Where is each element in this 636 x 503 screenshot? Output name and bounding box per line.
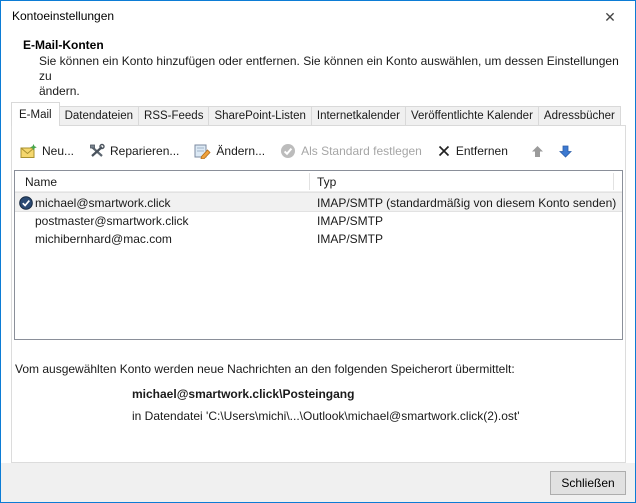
new-account-button[interactable]: Neu... [20, 144, 74, 159]
repair-account-button[interactable]: Reparieren... [89, 143, 179, 159]
default-account-icon [19, 196, 33, 210]
close-icon[interactable]: ✕ [599, 7, 621, 27]
account-row-michael[interactable]: michael@smartwork.click IMAP/SMTP (stand… [15, 192, 622, 212]
delivery-intro-text: Vom ausgewählten Konto werden neue Nachr… [15, 362, 615, 376]
change-account-label: Ändern... [216, 144, 265, 158]
account-type: IMAP/SMTP [317, 232, 383, 246]
tab-sharepoint-listen[interactable]: SharePoint-Listen [209, 106, 311, 126]
remove-account-button[interactable]: Entfernen [437, 144, 508, 158]
remove-x-icon [437, 144, 451, 158]
new-mail-icon [20, 144, 37, 159]
move-down-button[interactable] [559, 145, 572, 158]
tab-internetkalender[interactable]: Internetkalender [312, 106, 406, 126]
repair-account-label: Reparieren... [110, 144, 179, 158]
tab-rss-feeds[interactable]: RSS-Feeds [139, 106, 209, 126]
column-divider[interactable] [309, 173, 310, 190]
section-description-line1: Sie können ein Konto hinzufügen oder ent… [39, 54, 627, 84]
new-account-label: Neu... [42, 144, 74, 158]
move-down-icon [559, 145, 572, 158]
column-divider[interactable] [613, 173, 614, 190]
account-type: IMAP/SMTP (standardmäßig von diesem Kont… [317, 196, 616, 210]
accounts-list-header: Name Typ [15, 171, 622, 192]
repair-tools-icon [89, 143, 105, 159]
delivery-datafile: in Datendatei 'C:\Users\michi\...\Outloo… [132, 409, 520, 423]
account-row-postmaster[interactable]: postmaster@smartwork.click IMAP/SMTP [15, 212, 622, 230]
change-pencil-icon [194, 143, 211, 159]
email-tab-page: Neu... Reparieren... [11, 125, 626, 463]
close-button[interactable]: Schließen [550, 471, 626, 495]
tab-datendateien[interactable]: Datendateien [60, 106, 139, 126]
section-description-line2: ändern. [39, 84, 627, 99]
move-up-button[interactable] [531, 145, 544, 158]
account-row-michibernhard[interactable]: michibernhard@mac.com IMAP/SMTP [15, 230, 622, 248]
default-check-icon [280, 143, 296, 159]
move-up-icon [531, 145, 544, 158]
footer-bar: Schließen [1, 463, 635, 502]
section-description: Sie können ein Konto hinzufügen oder ent… [39, 54, 627, 99]
account-settings-dialog: Kontoeinstellungen ✕ E-Mail-Konten Sie k… [0, 0, 636, 503]
remove-account-label: Entfernen [456, 144, 508, 158]
set-default-label: Als Standard festlegen [301, 144, 422, 158]
tab-email[interactable]: E-Mail [11, 102, 60, 126]
column-header-type[interactable]: Typ [317, 175, 336, 189]
account-name: postmaster@smartwork.click [35, 214, 189, 228]
accounts-list: Name Typ michael@smartwork.click IMAP/SM… [14, 170, 623, 340]
title-bar: Kontoeinstellungen ✕ [1, 1, 635, 31]
account-name: michibernhard@mac.com [35, 232, 172, 246]
tab-veroeffentlichte-kalender[interactable]: Veröffentlichte Kalender [406, 106, 539, 126]
account-name: michael@smartwork.click [35, 196, 171, 210]
tab-adressbuecher[interactable]: Adressbücher [539, 106, 621, 126]
column-header-name[interactable]: Name [25, 175, 57, 189]
accounts-toolbar: Neu... Reparieren... [20, 138, 621, 164]
window-title: Kontoeinstellungen [12, 9, 114, 23]
change-account-button[interactable]: Ändern... [194, 143, 265, 159]
account-type: IMAP/SMTP [317, 214, 383, 228]
set-default-button[interactable]: Als Standard festlegen [280, 143, 422, 159]
tab-bar: E-Mail Datendateien RSS-Feeds SharePoint… [11, 102, 621, 126]
section-title: E-Mail-Konten [23, 38, 104, 52]
delivery-destination: michael@smartwork.click\Posteingang [132, 387, 354, 401]
